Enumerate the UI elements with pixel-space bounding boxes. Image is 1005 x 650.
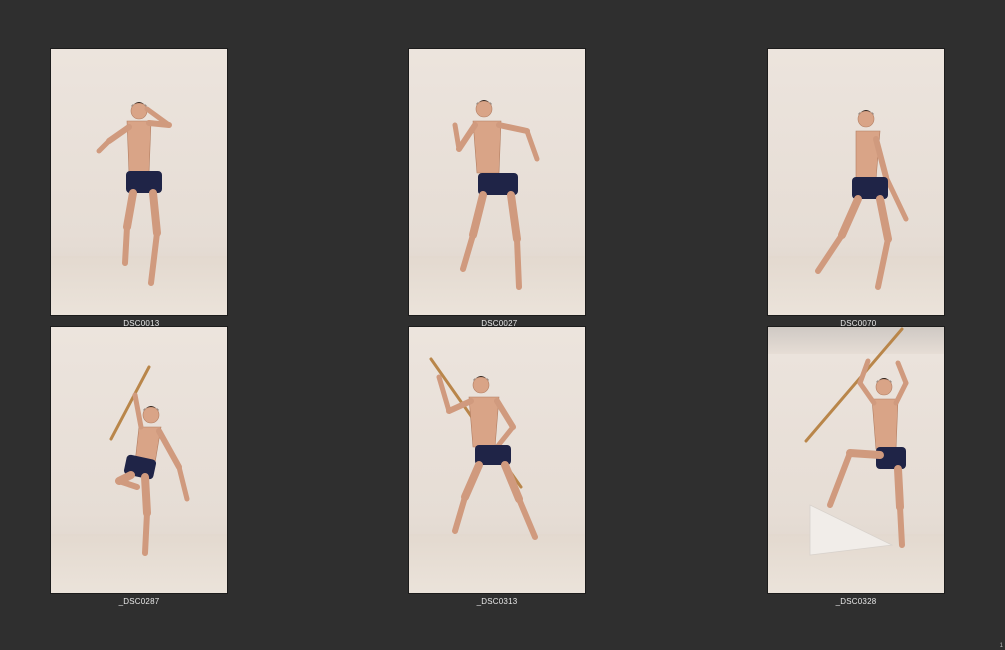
- photo-cell: _DSC0328: [767, 326, 945, 606]
- figure-pose-spear-step-block: [802, 327, 909, 556]
- photo-thumbnail[interactable]: [767, 326, 945, 594]
- figure-pose-arms-raised: [452, 100, 540, 290]
- photo-thumbnail[interactable]: [408, 326, 586, 594]
- figure-pose-spear-one-leg: [107, 365, 190, 556]
- photo-thumbnail[interactable]: [50, 326, 228, 594]
- page-number: 1: [999, 643, 1003, 649]
- photo-cell: _DSC0287: [50, 326, 228, 606]
- contact-sheet: _DSC0013 _DSC0027 _DSC0070 _DSC0287 _DSC…: [0, 0, 1005, 650]
- figure-pose-fighting-stance: [96, 102, 172, 286]
- figure-pose-lunge-side: [815, 110, 909, 290]
- photo-cell: _DSC0027: [408, 48, 586, 328]
- photo-filename: _DSC0313: [476, 597, 518, 606]
- photo-thumbnail[interactable]: [50, 48, 228, 316]
- photo-thumbnail[interactable]: [408, 48, 586, 316]
- photo-filename: _DSC0328: [835, 597, 877, 606]
- photo-filename: _DSC0287: [118, 597, 160, 606]
- figure-pose-spear-diagonal: [429, 357, 538, 540]
- photo-cell: _DSC0013: [50, 48, 228, 328]
- photo-cell: _DSC0313: [408, 326, 586, 606]
- photo-thumbnail[interactable]: [767, 48, 945, 316]
- photo-cell: _DSC0070: [767, 48, 945, 328]
